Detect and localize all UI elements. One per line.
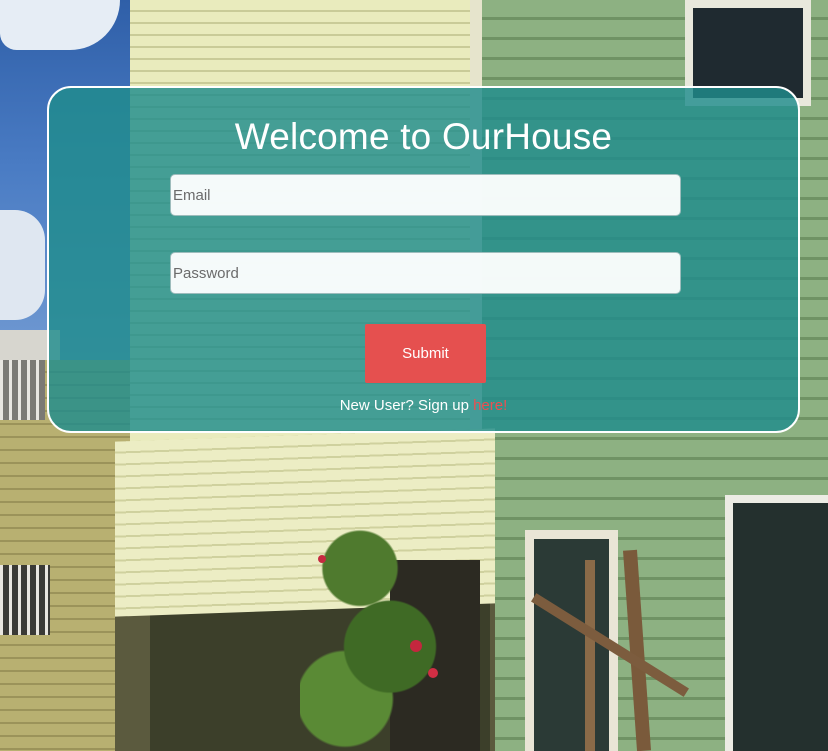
title-prefix: Welcome to [234,116,442,157]
rose [410,640,422,652]
page-title: Welcome to OurHouse [49,116,798,158]
balcony-railing [0,360,45,420]
rose [318,555,326,563]
email-input[interactable] [170,174,681,216]
wooden-post [585,560,595,751]
signup-text: New User? Sign up [339,397,474,414]
password-input[interactable] [170,252,681,294]
cloud [0,210,45,320]
brand-name: OurHouse [441,116,613,157]
porch-railing [0,565,50,635]
rose [428,668,438,678]
rose-vine [300,490,450,751]
signup-link[interactable]: here! [473,397,507,414]
signup-prompt: New User? Sign up here! [49,397,798,414]
login-card: Welcome to OurHouse Submit New User? Sig… [47,86,800,433]
submit-button[interactable]: Submit [365,324,486,383]
side-window [725,495,828,751]
